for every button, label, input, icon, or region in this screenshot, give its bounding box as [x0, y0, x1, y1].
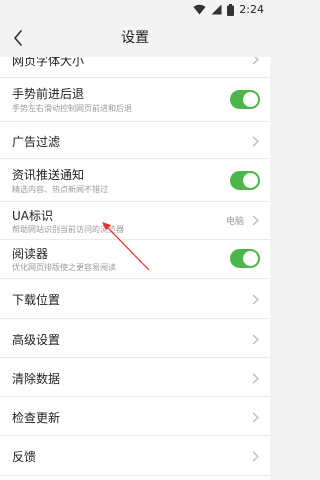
settings-item-gesture[interactable]: 手势前进后退 手势左右滑动控制网页前进和后退: [0, 78, 270, 122]
toggle-knob: [243, 92, 258, 107]
status-bar: 2:24: [0, 0, 270, 19]
settings-item-label: 检查更新: [12, 411, 61, 425]
status-time: 2:24: [239, 3, 264, 16]
chevron-right-icon: [250, 410, 260, 424]
push-notification-toggle[interactable]: [230, 171, 260, 190]
settings-item-download-location[interactable]: 下载位置: [0, 279, 270, 319]
settings-item-push-notification[interactable]: 资讯推送通知 精选内容、热点新闻不错过: [0, 159, 270, 202]
signal-icon: [211, 4, 222, 15]
chevron-right-icon: [250, 449, 260, 463]
settings-item-font-size[interactable]: 网页字体大小: [0, 57, 270, 78]
settings-item-advanced[interactable]: 高级设置: [0, 319, 270, 358]
gesture-toggle[interactable]: [230, 90, 260, 109]
chevron-right-icon: [250, 371, 260, 385]
settings-item-label: UA标识: [12, 209, 53, 223]
toggle-knob: [243, 251, 258, 266]
ua-value: 电脑: [225, 217, 244, 227]
toggle-knob: [243, 173, 258, 188]
settings-item-label: 资讯推送通知: [12, 168, 85, 182]
settings-item-label: 网页字体大小: [12, 57, 85, 68]
chevron-right-icon: [250, 332, 260, 346]
chevron-right-icon: [250, 134, 260, 148]
settings-item-label: 广告过滤: [12, 135, 61, 149]
settings-item-description: 精选内容、热点新闻不错过: [12, 185, 108, 194]
settings-item-description: 手势左右滑动控制网页前进和后退: [12, 104, 132, 113]
settings-item-clear-data[interactable]: 清除数据: [0, 358, 270, 397]
settings-item-label: 手势前进后退: [12, 87, 85, 101]
reader-toggle[interactable]: [230, 249, 260, 268]
settings-item-label: 阅读器: [12, 247, 49, 261]
settings-item-ua[interactable]: UA标识 帮助网站识别当前访问的浏览器 电脑: [0, 202, 270, 240]
chevron-right-icon: [250, 292, 260, 306]
settings-item-label: 反馈: [12, 450, 37, 464]
settings-item-reader[interactable]: 阅读器 优化网页排版使之更容易阅读: [0, 240, 270, 279]
settings-item-label: 清除数据: [12, 372, 61, 386]
settings-list: 网页字体大小 手势前进后退 手势左右滑动控制网页前进和后退 广告过滤 资讯推送通…: [0, 57, 270, 480]
settings-item-description: 帮助网站识别当前访问的浏览器: [12, 225, 124, 234]
chevron-right-icon: [250, 213, 260, 227]
chevron-right-icon: [250, 57, 260, 66]
wifi-icon: [193, 4, 206, 15]
battery-icon: [227, 3, 235, 16]
settings-item-feedback[interactable]: 反馈: [0, 436, 270, 476]
settings-item-ad-filter[interactable]: 广告过滤: [0, 122, 270, 159]
settings-item-label: 高级设置: [12, 333, 61, 347]
page-title: 设置: [121, 30, 149, 46]
settings-item-check-update[interactable]: 检查更新: [0, 397, 270, 436]
settings-item-description: 优化网页排版使之更容易阅读: [12, 263, 116, 272]
app-header: 设置: [0, 19, 270, 57]
settings-item-label: 下载位置: [12, 293, 61, 307]
